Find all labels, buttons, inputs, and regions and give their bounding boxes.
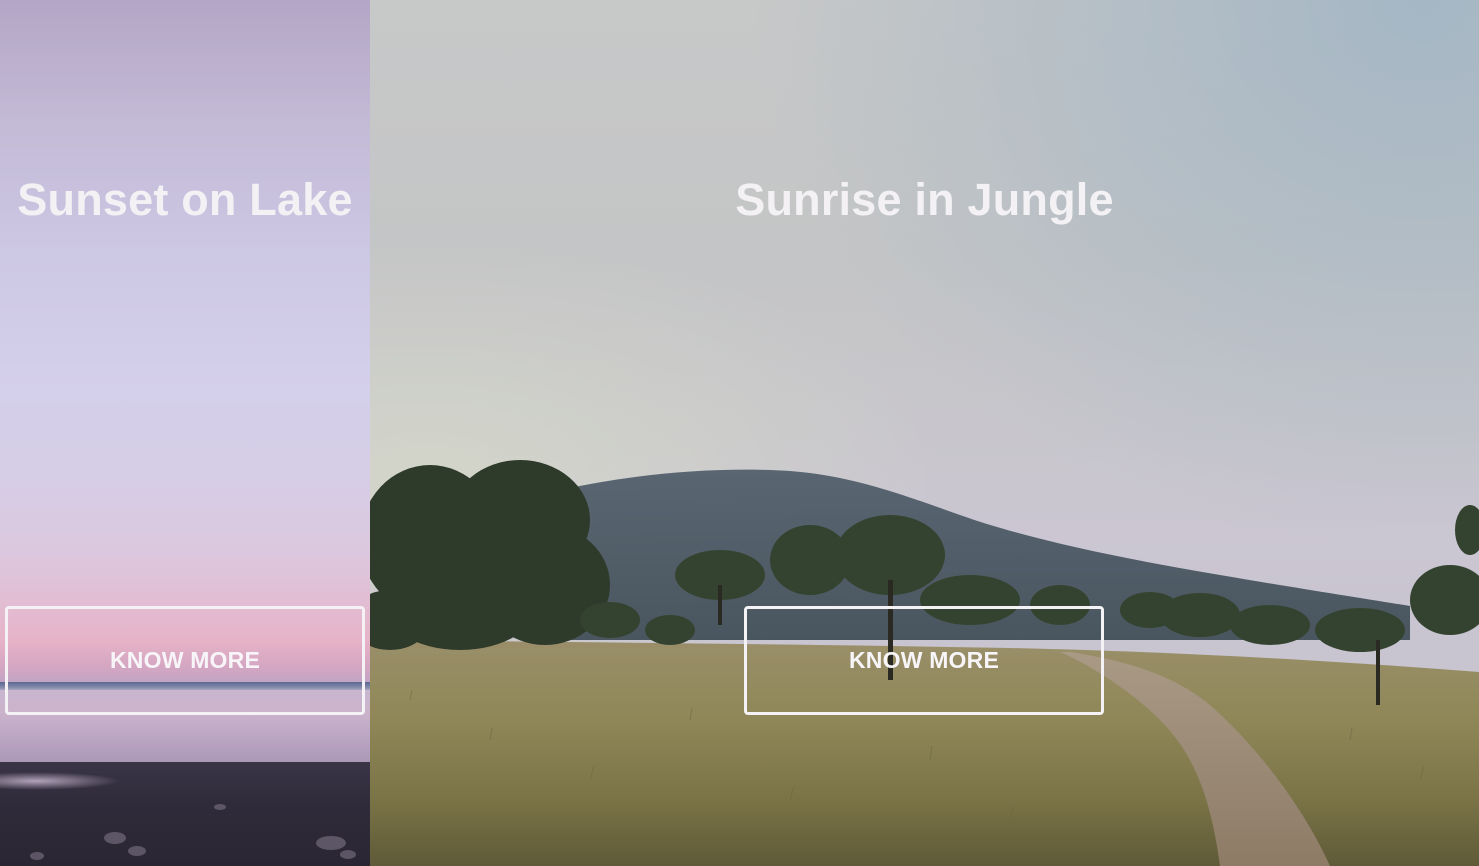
slide-sunset-on-lake[interactable]: Sunset on Lake KNOW MORE bbox=[0, 0, 370, 866]
slide-sunrise-in-jungle[interactable]: Sunrise in Jungle KNOW MORE bbox=[370, 0, 1479, 866]
jungle-landscape-illustration bbox=[370, 460, 1479, 866]
shore-rock bbox=[128, 846, 146, 856]
slide-title: Sunset on Lake bbox=[17, 174, 353, 225]
image-gallery: Sunset on Lake KNOW MORE Sunrise in Jung… bbox=[0, 0, 1479, 866]
shore-rock bbox=[340, 850, 356, 859]
shore-rock bbox=[30, 852, 44, 860]
tree-cluster-left bbox=[370, 460, 610, 650]
know-more-button[interactable]: KNOW MORE bbox=[5, 606, 365, 715]
shore-rock bbox=[104, 832, 126, 844]
shore-rock bbox=[214, 804, 226, 810]
shore-rock bbox=[316, 836, 346, 850]
lake-foam bbox=[0, 772, 120, 790]
know-more-button[interactable]: KNOW MORE bbox=[744, 606, 1104, 715]
slide-title: Sunrise in Jungle bbox=[735, 174, 1114, 225]
